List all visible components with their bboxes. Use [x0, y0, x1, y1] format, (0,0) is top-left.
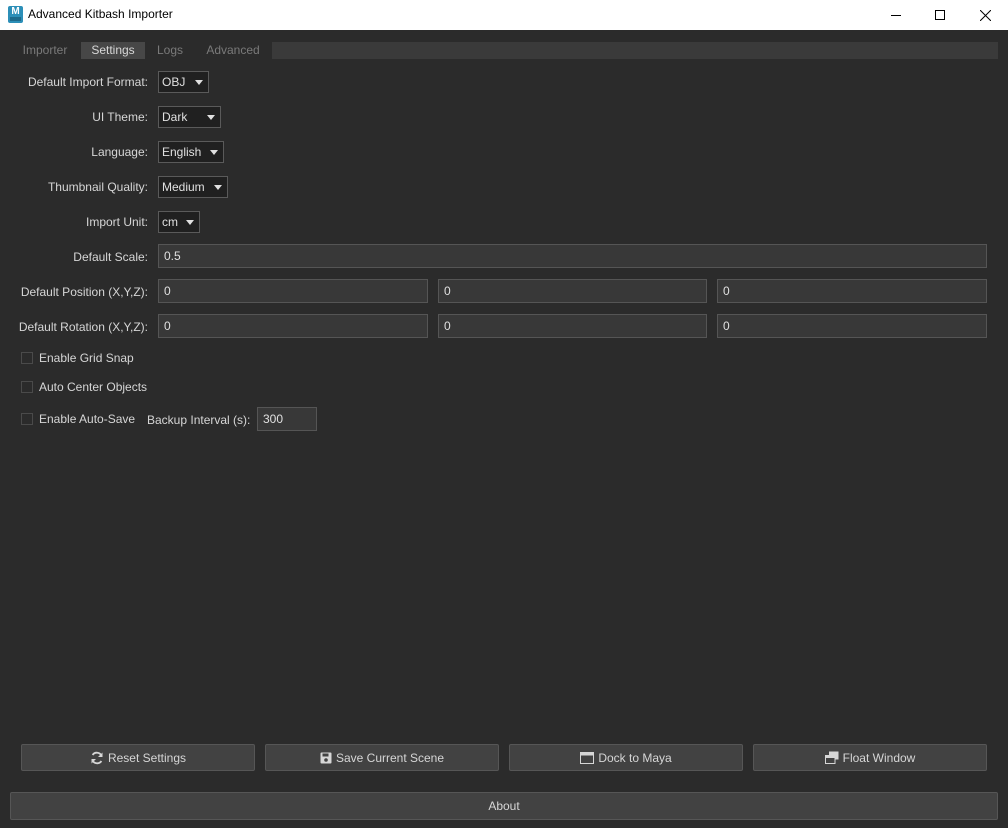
backup-interval-label: Backup Interval (s): [147, 413, 251, 427]
grid-snap-label[interactable]: Enable Grid Snap [39, 351, 134, 365]
auto-center-label[interactable]: Auto Center Objects [39, 380, 147, 394]
maximize-icon [935, 10, 945, 20]
default-scale-label: Default Scale: [73, 250, 148, 264]
chevron-down-icon [207, 115, 215, 120]
tab-bar-filler [272, 42, 998, 59]
auto-save-checkbox[interactable] [21, 413, 33, 425]
import-format-select[interactable]: OBJ [158, 71, 209, 93]
ui-theme-value: Dark [162, 110, 188, 124]
import-unit-label: Import Unit: [85, 215, 148, 229]
backup-interval-input[interactable]: 300 [257, 407, 317, 431]
chevron-down-icon [214, 185, 222, 190]
dock-window-icon [580, 751, 595, 764]
minimize-button[interactable] [873, 0, 919, 30]
auto-save-label[interactable]: Enable Auto-Save [39, 412, 135, 426]
import-unit-select[interactable]: cm [158, 211, 200, 233]
chevron-down-icon [186, 220, 194, 225]
auto-center-checkbox[interactable] [21, 381, 33, 393]
tab-bar: Importer Settings Logs Advanced [10, 42, 998, 60]
tab-importer[interactable]: Importer [14, 42, 76, 59]
window-title: Advanced Kitbash Importer [28, 7, 173, 21]
maya-app-icon: M [8, 6, 23, 23]
float-window-label: Float Window [842, 750, 916, 765]
maximize-button[interactable] [917, 0, 963, 30]
chevron-down-icon [195, 80, 203, 85]
float-window-button[interactable]: Float Window [753, 744, 987, 771]
floppy-disk-icon [320, 752, 332, 763]
dock-to-maya-button[interactable]: Dock to Maya [509, 744, 743, 771]
ui-theme-select[interactable]: Dark [158, 106, 221, 128]
default-position-label: Default Position (X,Y,Z): [20, 285, 148, 299]
language-label: Language: [91, 145, 148, 159]
thumbnail-quality-select[interactable]: Medium [158, 176, 228, 198]
reset-settings-label: Reset Settings [107, 750, 187, 765]
rotation-y-input[interactable]: 0 [438, 314, 707, 338]
about-label: About [488, 799, 520, 813]
import-unit-value: cm [162, 215, 178, 229]
chevron-down-icon [210, 150, 218, 155]
save-current-scene-button[interactable]: Save Current Scene [265, 744, 499, 771]
thumbnail-quality-label: Thumbnail Quality: [47, 180, 148, 194]
grid-snap-checkbox[interactable] [21, 352, 33, 364]
default-rotation-label: Default Rotation (X,Y,Z): [18, 320, 148, 334]
rotation-z-input[interactable]: 0 [717, 314, 987, 338]
title-bar[interactable]: M Advanced Kitbash Importer [0, 0, 1008, 30]
position-x-input[interactable]: 0 [158, 279, 428, 303]
rotation-x-input[interactable]: 0 [158, 314, 428, 338]
import-format-value: OBJ [162, 75, 186, 89]
tab-logs[interactable]: Logs [150, 42, 190, 59]
import-format-label: Default Import Format: [27, 75, 148, 89]
language-select[interactable]: English [158, 141, 224, 163]
refresh-icon [91, 751, 103, 764]
default-scale-input[interactable]: 0.5 [158, 244, 987, 268]
position-z-input[interactable]: 0 [717, 279, 987, 303]
about-button[interactable]: About [10, 792, 998, 820]
tab-advanced[interactable]: Advanced [200, 42, 266, 59]
language-value: English [162, 145, 202, 159]
save-current-scene-label: Save Current Scene [335, 750, 445, 765]
thumbnail-quality-value: Medium [162, 180, 205, 194]
close-icon [979, 9, 991, 21]
tab-settings[interactable]: Settings [81, 42, 145, 59]
reset-settings-button[interactable]: Reset Settings [21, 744, 255, 771]
ui-theme-label: UI Theme: [92, 110, 148, 124]
minimize-icon [891, 15, 901, 16]
float-windows-icon [824, 751, 839, 764]
close-button[interactable] [962, 0, 1008, 30]
app-window: M Advanced Kitbash Importer Importer Set… [0, 0, 1008, 828]
dock-to-maya-label: Dock to Maya [598, 750, 672, 765]
position-y-input[interactable]: 0 [438, 279, 707, 303]
